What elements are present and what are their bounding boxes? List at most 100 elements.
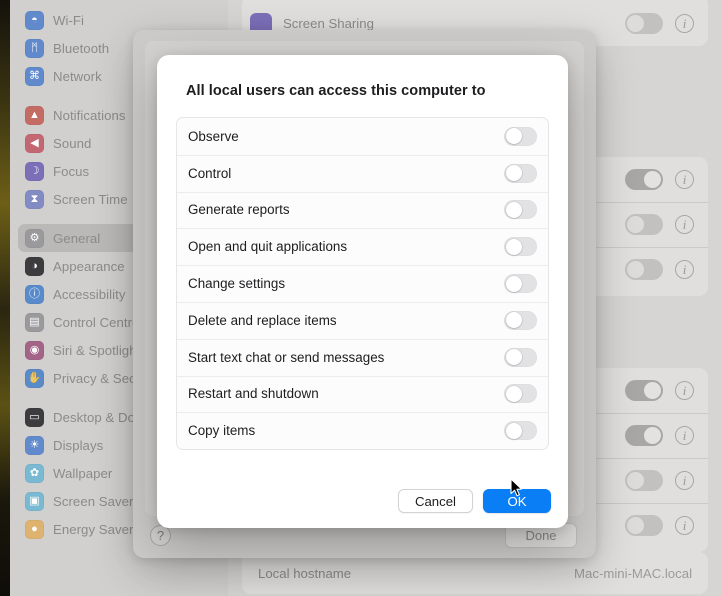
ok-button[interactable]: OK [483,489,551,513]
wallpaper-icon: ✿ [25,463,44,483]
permission-label: Open and quit applications [188,239,348,255]
info-icon[interactable]: i [675,381,694,400]
row-toggle[interactable] [625,380,663,401]
desktop-dock-icon: ▭ [25,407,44,427]
sidebar-item-label: Displays [53,437,104,453]
screen-sharing-label: Screen Sharing [283,16,374,31]
dialog-actions: Cancel OK [397,489,551,513]
toggle-knob [505,128,522,145]
permission-label: Change settings [188,276,286,292]
info-icon[interactable]: i [675,471,694,490]
permission-row[interactable]: Restart and shutdown [177,375,548,413]
permission-toggle[interactable] [504,310,537,330]
toggle-knob [505,422,522,439]
permissions-dialog: All local users can access this computer… [157,55,568,528]
toggle-knob [627,517,644,534]
permission-row[interactable]: Copy items [177,412,548,449]
toggle-knob [505,238,522,255]
local-hostname-value: Mac-mini-MAC.local [574,565,692,581]
toggle-knob [627,472,644,489]
permission-toggle[interactable] [504,347,537,367]
permission-row[interactable]: Start text chat or send messages [177,338,548,376]
row-toggle[interactable] [625,214,663,235]
row-toggle[interactable] [625,515,663,536]
sidebar-item-label: Network [53,68,102,84]
permission-row[interactable]: Delete and replace items [177,301,548,339]
permission-label: Generate reports [188,202,290,218]
sidebar-item-label: Wallpaper [53,465,113,481]
screen-time-icon: ⧗ [25,189,44,209]
displays-icon: ☀ [25,435,44,455]
cancel-button[interactable]: Cancel [397,489,473,513]
screen-saver-icon: ▣ [25,491,44,511]
toggle-knob [644,382,661,399]
permission-label: Observe [188,128,239,144]
row-toggle[interactable] [625,259,663,280]
permission-row[interactable]: Control [177,154,548,192]
local-hostname-label: Local hostname [258,565,352,581]
control-centre-icon: ▤ [25,312,44,332]
toggle-knob [505,275,522,292]
toggle-knob [505,312,522,329]
network-icon: ⌘ [25,66,44,86]
notifications-icon: ▲ [25,105,44,125]
general-icon: ⚙ [25,228,44,248]
siri-icon: ◉ [25,340,44,360]
info-icon[interactable]: i [675,170,694,189]
permission-toggle[interactable] [504,421,537,441]
sidebar-item-label: Focus [53,163,90,179]
permission-label: Copy items [188,423,256,439]
bluetooth-icon: ᛗ [25,38,44,58]
local-hostname-row[interactable]: Local hostname Mac-mini-MAC.local [242,552,708,594]
help-icon[interactable]: ? [150,525,171,546]
info-icon[interactable]: i [675,14,694,33]
info-icon[interactable]: i [675,426,694,445]
sidebar-item-label: Accessibility [53,286,126,302]
sidebar-item-label: Appearance [53,258,125,274]
sidebar-item-label: Notifications [53,107,126,123]
sidebar-item-label: Screen Time [53,191,128,207]
permission-toggle[interactable] [504,384,537,404]
permission-row[interactable]: Generate reports [177,191,548,229]
screen-sharing-toggle[interactable] [625,13,663,34]
toggle-knob [644,171,661,188]
permission-label: Start text chat or send messages [188,349,385,365]
permission-row[interactable]: Open and quit applications [177,228,548,265]
toggle-knob [505,349,522,366]
permission-row[interactable]: Change settings [177,265,548,302]
toggle-knob [627,216,644,233]
sidebar-item-label: Control Centre [53,314,140,330]
toggle-knob [644,427,661,444]
row-toggle[interactable] [625,169,663,190]
sidebar-item-label: Screen Saver [53,493,134,509]
info-icon[interactable]: i [675,516,694,535]
sidebar-item-label: Energy Saver [53,521,134,537]
permission-toggle[interactable] [504,200,537,220]
toggle-knob [505,385,522,402]
sidebar-item-label: Bluetooth [53,40,110,56]
permission-label: Delete and replace items [188,312,337,328]
wifi-icon: ◓ [25,10,44,30]
permission-toggle[interactable] [504,126,537,146]
energy-saver-icon: ● [25,519,44,539]
permission-toggle[interactable] [504,237,537,257]
info-icon[interactable]: i [675,215,694,234]
permission-toggle[interactable] [504,163,537,183]
sidebar-item-label: Sound [53,135,92,151]
sidebar-item-label: Siri & Spotlight [53,342,141,358]
row-toggle[interactable] [625,470,663,491]
info-icon[interactable]: i [675,260,694,279]
toggle-knob [505,201,522,218]
sidebar-item-label: Wi-Fi [53,12,85,28]
permission-toggle[interactable] [504,274,537,294]
appearance-icon: ◑ [25,256,44,276]
toggle-knob [627,261,644,278]
dialog-title: All local users can access this computer… [186,83,486,99]
focus-icon: ☽ [25,161,44,181]
permission-row[interactable]: Observe [177,118,548,155]
toggle-knob [505,165,522,182]
row-toggle[interactable] [625,425,663,446]
accessibility-icon: ⓘ [25,284,44,304]
permission-label: Restart and shutdown [188,386,319,402]
permission-label: Control [188,165,232,181]
